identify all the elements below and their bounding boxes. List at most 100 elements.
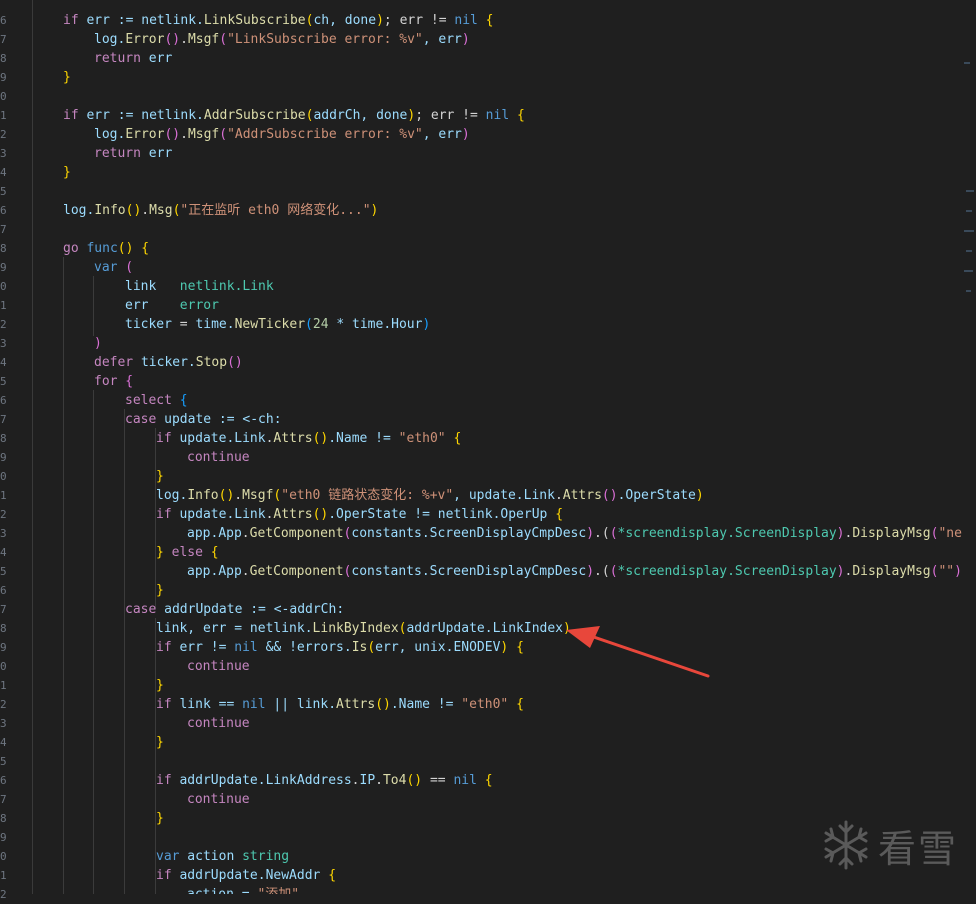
code-token: .( (594, 526, 610, 541)
code-token: ( (219, 127, 228, 142)
code-token: Link (242, 279, 274, 294)
code-token: . (180, 127, 188, 142)
code-token: nil (485, 108, 510, 123)
line-number: 3 (0, 147, 7, 160)
code-token: . (180, 32, 188, 47)
code-token: time. (195, 317, 235, 332)
code-line: err error (125, 296, 219, 315)
code-editor[interactable]: if err := netlink.LinkSubscribe(ch, done… (63, 11, 963, 894)
code-token: ch, done (313, 13, 377, 28)
code-token: Attrs (273, 507, 313, 522)
code-token: .Name != (328, 431, 399, 446)
code-token: ticker (125, 317, 172, 332)
code-token: LinkAddress (265, 773, 352, 788)
line-number: 0 (0, 470, 7, 483)
line-number: 8 (0, 52, 7, 65)
code-line: case addrUpdate := <-addrCh: (125, 600, 344, 619)
code-line: } (63, 163, 71, 182)
code-token: log. (94, 32, 126, 47)
code-token: action = (187, 887, 257, 894)
code-token: OperUp (500, 507, 548, 522)
code-token: DisplayMsg (852, 564, 931, 579)
code-line: link netlink.Link (125, 277, 274, 296)
code-token: ( (305, 317, 313, 332)
code-token: Msgf (187, 32, 220, 47)
code-token: nil (234, 640, 258, 655)
code-token: ScreenDisplayCmpDesc (429, 564, 587, 579)
code-token: nil (242, 697, 266, 712)
code-token: var (156, 849, 180, 864)
code-token: err := netlink. (78, 108, 204, 123)
code-token: . (241, 526, 250, 541)
line-number: 7 (0, 603, 7, 616)
code-token: ( (367, 640, 376, 655)
code-token: AddrSubscribe (203, 108, 306, 123)
code-token: func (86, 241, 118, 256)
code-line: app.App.GetComponent(constants.ScreenDis… (187, 524, 963, 543)
line-number: 9 (0, 71, 7, 84)
code-line: if update.Link.Attrs().Name != "eth0" { (156, 429, 461, 448)
code-token: Attrs (336, 697, 376, 712)
code-token: "netwo (938, 526, 963, 541)
code-token: Hour (391, 317, 423, 332)
code-token: } (63, 70, 71, 85)
code-token: err (125, 298, 149, 313)
code-token: .OperState != netlink. (328, 507, 501, 522)
code-line: if link == nil || link.Attrs().Name != "… (156, 695, 524, 714)
code-token: addrUpdate. (406, 621, 493, 636)
code-token: . (554, 488, 563, 503)
code-line: log.Error().Msgf("AddrSubscribe error: %… (94, 125, 470, 144)
code-token: ) (376, 13, 384, 28)
code-token: "正在监听 eth0 网络变化..." (180, 203, 371, 218)
code-token: *screendisplay. (617, 564, 735, 579)
line-number: 7 (0, 33, 7, 46)
minimap[interactable] (962, 0, 976, 894)
code-token: nil (453, 773, 477, 788)
code-token: ) (586, 564, 595, 579)
code-token: link, err = netlink. (156, 621, 313, 636)
code-line: if addrUpdate.NewAddr { (156, 866, 336, 885)
code-token: defer (94, 355, 134, 370)
code-token: string (242, 849, 290, 864)
line-number: 2 (0, 508, 7, 521)
code-token: { (508, 640, 524, 655)
code-token: "AddrSubscribe error: %v" (227, 127, 423, 142)
code-token: addrUpdate := <-addrCh: (156, 602, 345, 617)
code-token: continue (187, 716, 250, 731)
code-token: { (133, 241, 150, 256)
code-line: log.Error().Msgf("LinkSubscribe error: %… (94, 30, 470, 49)
line-number: 3 (0, 527, 7, 540)
code-line: } (156, 733, 164, 752)
code-token: App (218, 526, 242, 541)
line-number: 2 (0, 128, 7, 141)
code-token: } (156, 583, 164, 598)
code-token: () (164, 32, 181, 47)
code-token: ) (461, 127, 470, 142)
code-token: case (125, 412, 157, 427)
snowflake-logo-icon (824, 820, 868, 870)
code-token: netlink. (156, 279, 243, 294)
code-token: . (234, 488, 243, 503)
code-token: addrUpdate. (171, 773, 266, 788)
code-token: GetComponent (249, 526, 344, 541)
code-token: { (171, 393, 188, 408)
code-token: log. (63, 203, 95, 218)
code-token: ENODEV (453, 640, 501, 655)
code-line: if addrUpdate.LinkAddress.IP.To4() == ni… (156, 771, 493, 790)
line-number: 1 (0, 489, 7, 502)
code-token: * time. (328, 317, 392, 332)
line-number: 7 (0, 223, 7, 236)
code-token: Attrs (562, 488, 602, 503)
code-token: . (141, 203, 150, 218)
code-line: app.App.GetComponent(constants.ScreenDis… (187, 562, 962, 581)
code-token: log. (156, 488, 188, 503)
code-line: } (156, 581, 164, 600)
line-number: 1 (0, 679, 7, 692)
code-token: { (547, 507, 564, 522)
code-token: continue (187, 450, 250, 465)
code-token: Msgf (187, 127, 220, 142)
code-token: { (445, 431, 462, 446)
code-token: .( (594, 564, 610, 579)
code-token: . (241, 564, 250, 579)
